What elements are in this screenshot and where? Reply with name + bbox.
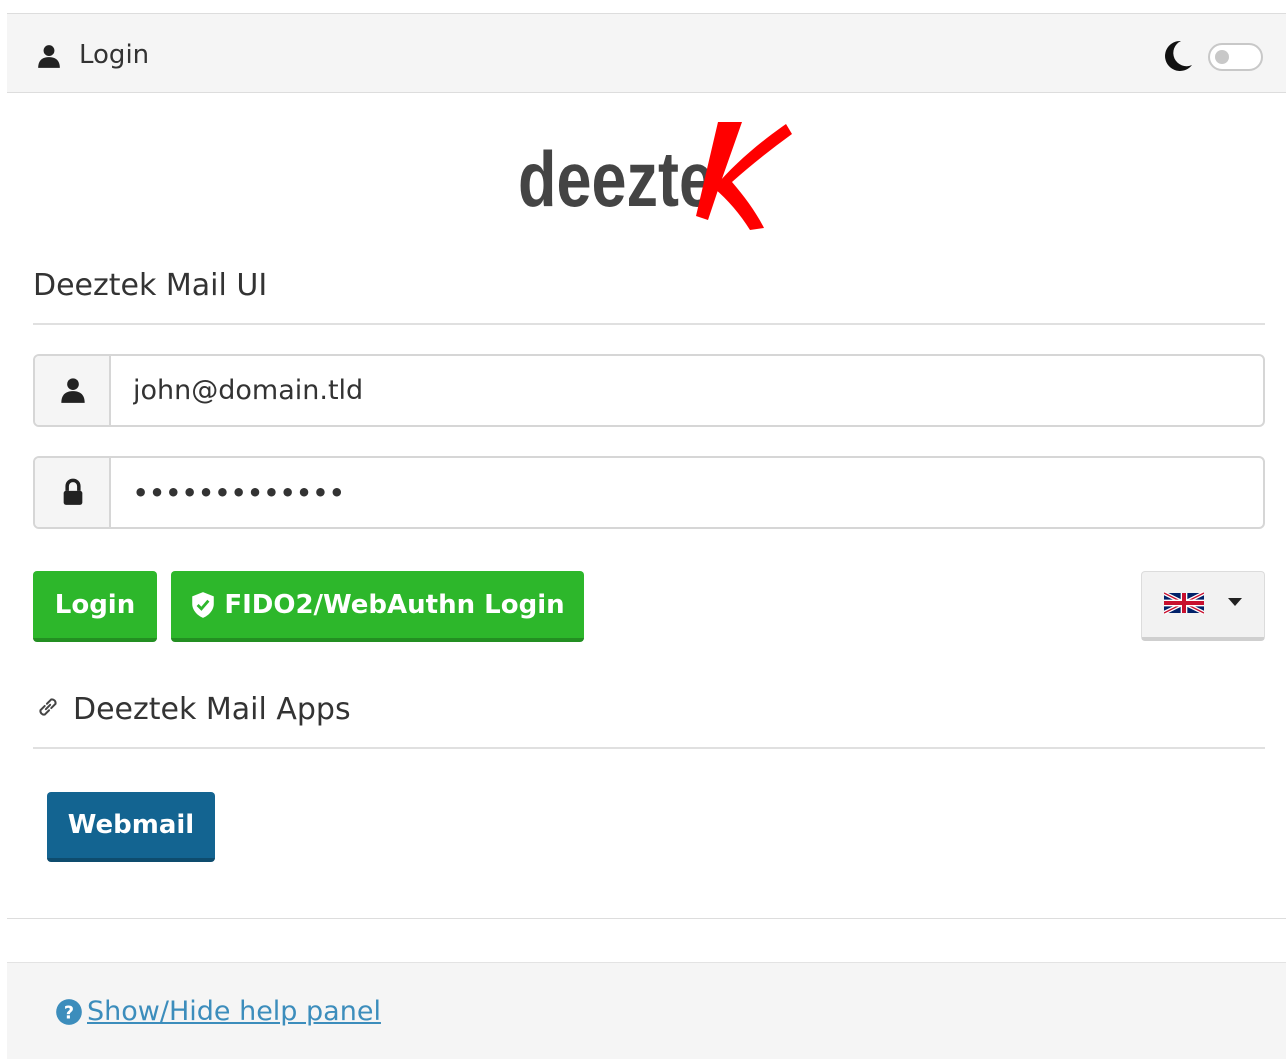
fido2-login-button[interactable]: FIDO2/WebAuthn Login [171,571,584,642]
link-icon [39,698,57,716]
header-title: Login [79,40,150,70]
password-addon [35,458,111,527]
question-circle-icon: ? [56,999,82,1025]
apps-divider [33,747,1265,749]
username-input-group [33,354,1265,427]
svg-text:?: ? [64,1003,74,1023]
section-title: Deeztek Mail UI [33,268,268,303]
login-panel: Login deezte Deeztek Mail UI john@domain… [7,13,1286,919]
moon-icon [1165,40,1192,71]
apps-section-title: Deeztek Mail Apps [73,692,351,727]
language-selector[interactable] [1141,571,1265,641]
login-button-label: Login [54,589,136,620]
panel-header: Login [7,14,1286,93]
username-addon [35,356,111,425]
toggle-knob [1215,50,1229,64]
uk-flag-icon [1164,591,1204,615]
logo-text-main: deezte [518,135,714,223]
title-divider [33,323,1265,325]
help-link-label: Show/Hide help panel [87,996,381,1027]
chevron-down-icon [1228,598,1242,606]
password-input-group [33,456,1265,529]
webmail-button-label: Webmail [67,810,195,840]
username-input[interactable] [113,356,1263,425]
dark-mode-toggle[interactable] [1208,43,1263,71]
fido2-button-label: FIDO2/WebAuthn Login [224,589,565,620]
webmail-button[interactable]: Webmail [47,792,215,862]
login-button[interactable]: Login [33,571,157,642]
deeztek-logo: deezte [518,122,792,230]
shield-check-icon [192,591,215,618]
help-panel-link[interactable]: ? Show/Hide help panel [55,995,381,1029]
user-icon [38,45,60,68]
footer: ? Show/Hide help panel [7,962,1286,1059]
lock-icon [63,478,83,505]
user-icon [61,378,85,403]
password-input[interactable] [113,458,1263,527]
